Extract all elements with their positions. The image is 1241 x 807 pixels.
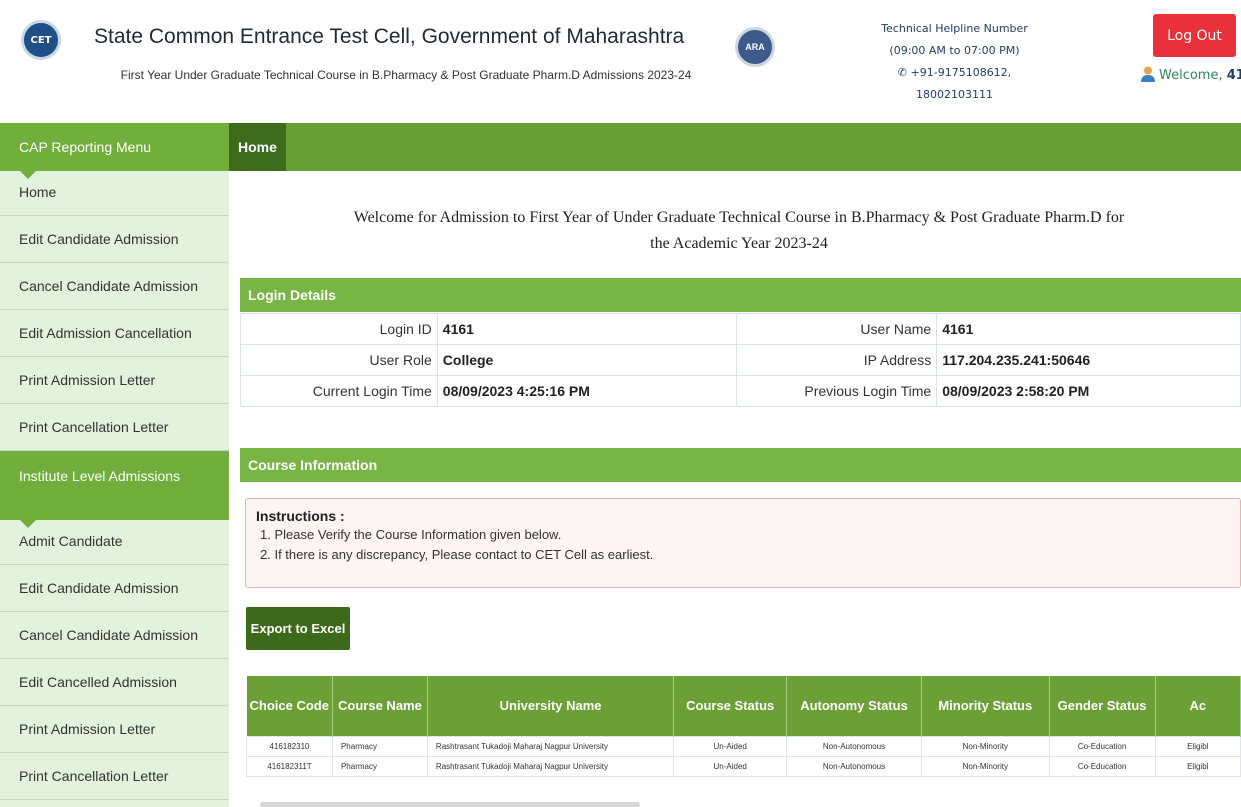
sidebar-item-edit-cancelled-admission[interactable]: Edit Cancelled Admission <box>0 659 229 706</box>
table-row: Current Login Time 08/09/2023 4:25:16 PM… <box>240 375 1241 407</box>
instruction-item-2: 2. If there is any discrepancy, Please c… <box>260 547 654 562</box>
current-login-label: Current Login Time <box>240 375 438 407</box>
login-id-value: 4161 <box>436 313 738 345</box>
main-content: Home Welcome for Admission to First Year… <box>229 123 1241 807</box>
instructions-title: Instructions : <box>256 508 345 524</box>
page-header: CET State Common Entrance Test Cell, Gov… <box>0 0 1241 123</box>
welcome-label: Welcome, <box>1159 68 1223 83</box>
course-table-body: 416182310 Pharmacy Rashtrasant Tukadoji Ma… <box>246 735 1241 777</box>
ip-address-label: IP Address <box>736 344 938 376</box>
sidebar-section-cap-reporting[interactable]: CAP Reporting Menu <box>0 123 229 179</box>
horizontal-scrollbar[interactable] <box>260 802 640 807</box>
welcome-username: 4161 <box>1226 68 1241 83</box>
instructions-box: Instructions : 1. Please Verify the Cour… <box>245 498 1241 588</box>
column-header: Minority Status <box>921 676 1050 736</box>
export-to-excel-button[interactable]: Export to Excel <box>246 607 350 650</box>
sidebar-item-edit-admission-cancellation[interactable]: Edit Admission Cancellation <box>0 310 229 357</box>
column-header: Ac <box>1155 676 1241 736</box>
table-cell: Eligibl <box>1154 735 1241 757</box>
sidebar-item-edit-candidate-admission[interactable]: Edit Candidate Admission <box>0 216 229 263</box>
table-cell: 416182310 <box>246 735 333 757</box>
course-table-header: Choice Code Course Name University Name Cou… <box>246 676 1241 736</box>
site-title: State Common Entrance Test Cell, Governm… <box>94 25 685 48</box>
user-role-value: College <box>436 344 738 376</box>
course-table: Choice Code Course Name University Name Cou… <box>246 676 1241 777</box>
current-login-value: 08/09/2023 4:25:16 PM <box>436 375 738 407</box>
table-row: Login ID 4161 User Name 4161 <box>240 313 1241 345</box>
previous-login-value: 08/09/2023 2:58:20 PM <box>936 375 1241 407</box>
phone-icon: ✆ <box>897 66 908 79</box>
table-cell: Rashtrasant Tukadoji Maharaj Nagpur Univ… <box>426 755 675 777</box>
column-header: Course Status <box>673 676 788 736</box>
user-name-value: 4161 <box>936 313 1241 345</box>
sidebar-item-print-cancellation-letter[interactable]: Print Cancellation Letter <box>0 404 229 451</box>
user-icon <box>1141 66 1155 82</box>
table-cell: Non-Minority <box>920 755 1050 777</box>
helpline-phone-2: 18002103111 <box>916 88 993 101</box>
sidebar-item-il-print-cancellation-letter[interactable]: Print Cancellation Letter <box>0 753 229 800</box>
table-row: 416182311T Pharmacy Rashtrasant Tukadoji M… <box>246 755 1241 777</box>
user-role-label: User Role <box>240 344 438 376</box>
column-header: Course Name <box>332 676 428 736</box>
welcome-message-line1: Welcome for Admission to First Year of U… <box>353 209 1125 226</box>
table-cell: Non-Autonomous <box>786 755 922 777</box>
sidebar-item-cancel-candidate-admission[interactable]: Cancel Candidate Admission <box>0 263 229 310</box>
table-cell: Non-Minority <box>920 735 1050 757</box>
table-cell: Un-Aided <box>673 735 788 757</box>
table-cell: 416182311T <box>246 755 333 777</box>
site-subtitle: First Year Under Graduate Technical Cour… <box>120 68 692 82</box>
welcome-message: Welcome for Admission to First Year of U… <box>249 205 1229 257</box>
welcome-message-line2: the Academic Year 2023-24 <box>650 235 828 252</box>
table-row: User Role College IP Address 117.204.235… <box>240 344 1241 376</box>
welcome-user: Welcome, 4161 <box>1141 66 1241 83</box>
sidebar-item-il-edit-candidate-admission[interactable]: Edit Candidate Admission <box>0 565 229 612</box>
breadcrumb-home[interactable]: Home <box>229 123 286 171</box>
sidebar-item-print-admission-letter[interactable]: Print Admission Letter <box>0 357 229 404</box>
table-cell: Pharmacy <box>331 755 428 777</box>
table-cell: Co-Education <box>1048 735 1156 757</box>
column-header: Choice Code <box>246 676 333 736</box>
cet-logo-text: CET <box>30 34 52 46</box>
ip-address-value: 117.204.235.241:50646 <box>936 344 1241 376</box>
column-header: University Name <box>427 676 675 736</box>
helpline-hours: (09:00 AM to 07:00 PM) <box>889 44 1020 57</box>
table-cell: Un-Aided <box>673 755 788 777</box>
helpline-info: Technical Helpline Number (09:00 AM to 0… <box>852 18 1057 106</box>
breadcrumb: Home <box>229 123 1241 171</box>
table-row: 416182310 Pharmacy Rashtrasant Tukadoji Ma… <box>246 735 1241 757</box>
column-header: Gender Status <box>1049 676 1156 736</box>
table-cell: Rashtrasant Tukadoji Maharaj Nagpur Univ… <box>426 735 675 757</box>
user-name-label: User Name <box>736 313 938 345</box>
sidebar-item-il-print-admission-letter[interactable]: Print Admission Letter <box>0 706 229 753</box>
instruction-item-1: 1. Please Verify the Course Information … <box>260 527 562 542</box>
logout-button[interactable]: Log Out <box>1153 14 1236 57</box>
sidebar: CAP Reporting Menu Home Edit Candidate A… <box>0 123 229 807</box>
table-cell: Eligibl <box>1154 755 1241 777</box>
table-cell: Pharmacy <box>331 735 428 757</box>
helpline-title: Technical Helpline Number <box>881 22 1028 35</box>
sidebar-item-il-cancel-candidate-admission[interactable]: Cancel Candidate Admission <box>0 612 229 659</box>
table-cell: Non-Autonomous <box>786 735 922 757</box>
ara-logo-text: ARA <box>745 42 765 52</box>
cet-logo: CET <box>21 20 61 60</box>
helpline-phone-1: +91-9175108612, <box>910 66 1012 79</box>
previous-login-label: Previous Login Time <box>736 375 938 407</box>
helpline-phone-line: ✆ +91-9175108612, <box>852 62 1057 84</box>
ara-logo: ARA <box>735 27 775 67</box>
login-details-header: Login Details <box>240 278 1241 312</box>
sidebar-section-institute-level[interactable]: Institute Level Admissions <box>0 451 229 528</box>
table-cell: Co-Education <box>1048 755 1156 777</box>
column-header: Autonomy Status <box>786 676 922 736</box>
login-id-label: Login ID <box>240 313 438 345</box>
course-information-header: Course Information <box>240 448 1241 482</box>
login-details-table: Login ID 4161 User Name 4161 User Role C… <box>240 313 1241 407</box>
